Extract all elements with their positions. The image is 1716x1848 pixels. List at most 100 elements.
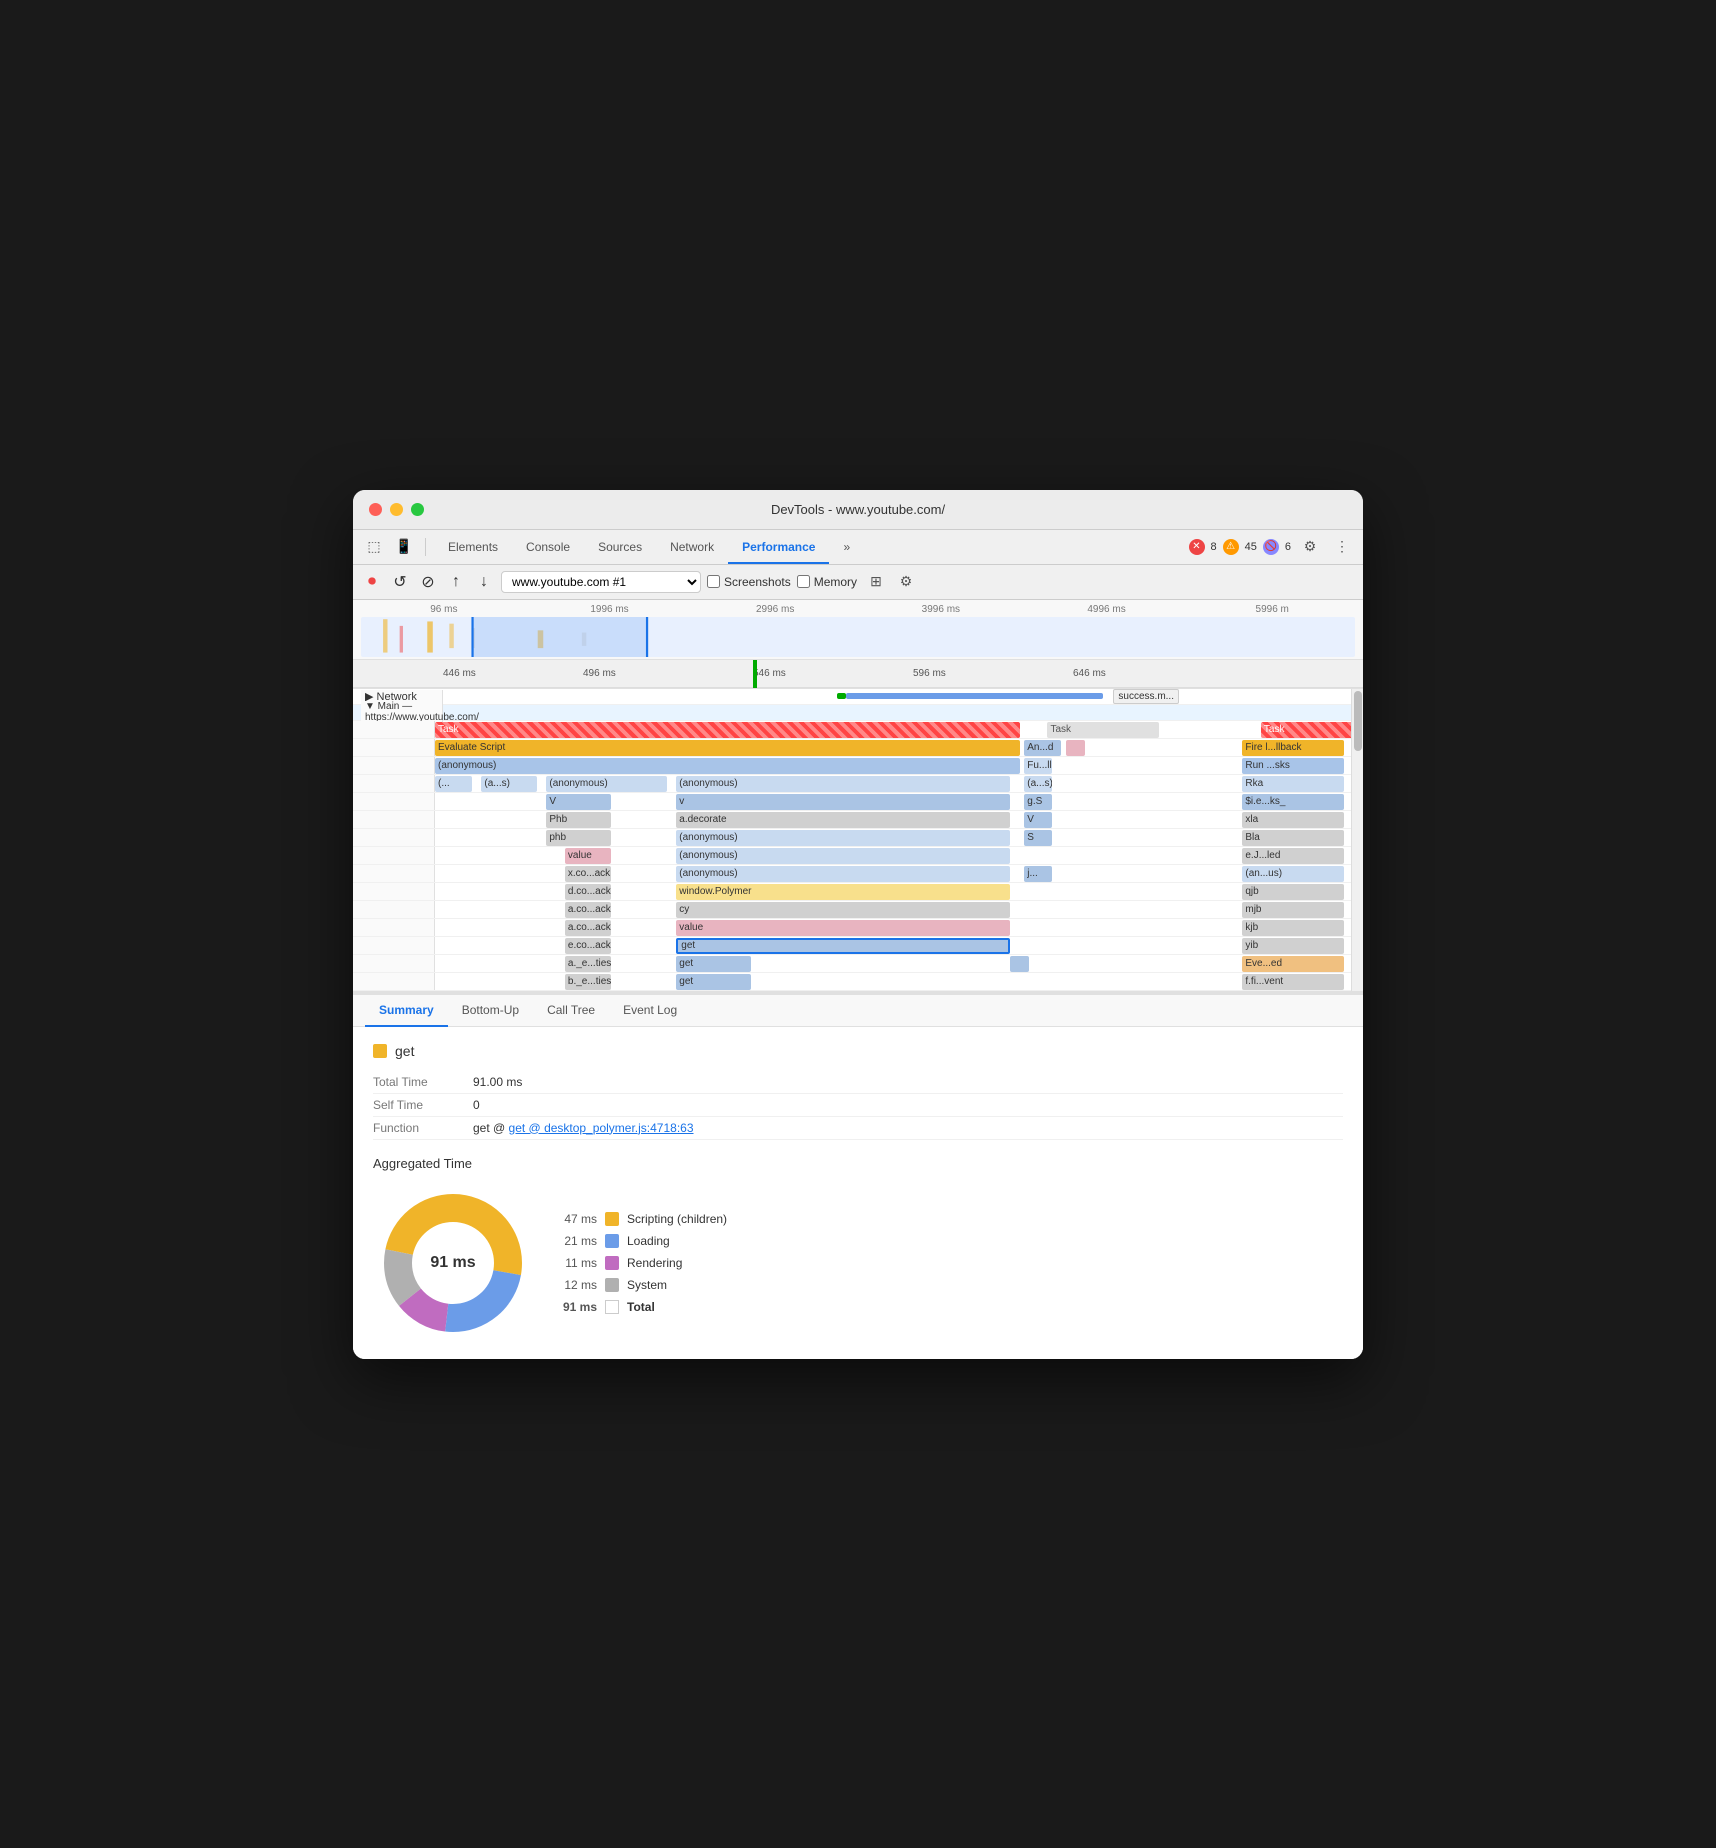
S-bar[interactable]: S [1024,830,1052,846]
tab-elements[interactable]: Elements [434,535,512,559]
anon-bar-3a[interactable]: (anonymous) [546,776,667,792]
anon-bar-7[interactable]: (anonymous) [676,848,1010,864]
screenshots-checkbox-label[interactable]: Screenshots [707,575,791,589]
gs-bar[interactable]: g.S [1024,794,1052,810]
inspect-icon[interactable]: ⬚ [361,534,387,560]
anus-bar[interactable]: (an...us) [1242,866,1344,882]
capture-settings-icon[interactable]: ⚙ [895,571,917,593]
anon-bar-6[interactable]: (anonymous) [676,830,1010,846]
Phb-bar[interactable]: Phb [546,812,611,828]
tab-console[interactable]: Console [512,535,584,559]
clear-button[interactable]: ⊘ [417,571,439,593]
window-title: DevTools - www.youtube.com/ [771,502,945,517]
tab-performance[interactable]: Performance [728,535,829,559]
phb-bar[interactable]: phb [546,830,611,846]
tab-bottom-up[interactable]: Bottom-Up [448,995,533,1027]
pink-bar-1[interactable] [1066,740,1085,756]
ffivent-bar[interactable]: f.fi...vent [1242,974,1344,990]
dcoack-bar[interactable]: d.co...ack [565,884,611,900]
value-bar[interactable]: value [565,848,611,864]
more-options-icon[interactable]: ⋮ [1329,534,1355,560]
get-selected-bar[interactable]: get [676,938,1010,954]
kjb-bar[interactable]: kjb [1242,920,1344,936]
device-icon[interactable]: 📱 [391,534,417,560]
xcoack-bar[interactable]: x.co...ack [565,866,611,882]
run-bar[interactable]: Run ...sks [1242,758,1344,774]
tab-event-log[interactable]: Event Log [609,995,691,1027]
tab-network[interactable]: Network [656,535,728,559]
anon-bar-3b[interactable]: (anonymous) [676,776,1010,792]
V-bar[interactable]: V [546,794,611,810]
maximize-button[interactable] [411,503,424,516]
close-button[interactable] [369,503,382,516]
sierks-bar[interactable]: $i.e...ks_ [1242,794,1344,810]
upload-button[interactable]: ↑ [445,571,467,593]
evaluate-bar[interactable]: Evaluate Script [435,740,1020,756]
summary-color-dot [373,1044,387,1058]
settings-icon[interactable]: ⚙ [1297,534,1323,560]
tab-more[interactable]: » [829,535,864,559]
legend-scripting: 47 ms Scripting (children) [557,1212,727,1226]
tab-summary[interactable]: Summary [365,995,448,1027]
flame-chart[interactable]: ▶ Network success.m... ▼ Main — https://… [353,689,1363,991]
tab-sources[interactable]: Sources [584,535,656,559]
minimize-button[interactable] [390,503,403,516]
tab-call-tree[interactable]: Call Tree [533,995,609,1027]
flame-row-11: a.co...ack value kjb [353,919,1363,937]
download-button[interactable]: ↓ [473,571,495,593]
eveed-bar[interactable]: Eve...ed [1242,956,1344,972]
memory-checkbox-label[interactable]: Memory [797,575,857,589]
xla-bar[interactable]: xla [1242,812,1344,828]
acoack-bar[interactable]: a.co...ack [565,902,611,918]
aeties-bar[interactable]: a._e...ties [565,956,611,972]
screenshots-checkbox[interactable] [707,575,720,588]
full-bar[interactable]: Fu...ll [1024,758,1052,774]
get2-bar[interactable]: get [676,956,750,972]
memory-checkbox[interactable] [797,575,810,588]
window-polymer-bar[interactable]: window.Polymer [676,884,1010,900]
url-select[interactable]: www.youtube.com #1 [501,571,701,593]
ejled-bar[interactable]: e.J...led [1242,848,1344,864]
task-bar-0[interactable]: Task [435,722,1020,738]
cpu-icon[interactable]: ⊞ [863,569,889,595]
cy-bar[interactable]: cy [676,902,1010,918]
anon-bar-8[interactable]: (anonymous) [676,866,1010,882]
value2-bar[interactable]: value [676,920,1010,936]
timeline-mini-chart[interactable] [361,617,1355,657]
total-label: Total [627,1300,655,1314]
function-link[interactable]: get @ desktop_polymer.js:4718:63 [509,1121,694,1135]
fire-bar[interactable]: Fire l...llback [1242,740,1344,756]
anon-bar-0[interactable]: (anonymous) [435,758,1020,774]
ruler-label-1: 1996 ms [527,604,693,615]
zoom-label-0: 446 ms [443,668,476,679]
as-bar-2[interactable]: (a...s) [1024,776,1052,792]
V2-bar[interactable]: V [1024,812,1052,828]
mjb-bar[interactable]: mjb [1242,902,1344,918]
adecorate-bar[interactable]: a.decorate [676,812,1010,828]
task-bar-1[interactable]: Task [1047,722,1158,738]
yib-bar[interactable]: yib [1242,938,1344,954]
error-count: 8 [1211,541,1217,553]
function-row: Function get @ get @ desktop_polymer.js:… [373,1117,1343,1140]
rendering-swatch [605,1256,619,1270]
get3-bar[interactable]: get [676,974,750,990]
and-bar[interactable]: An...d [1024,740,1061,756]
j-bar[interactable]: j... [1024,866,1052,882]
ecoack-bar[interactable]: e.co...ack [565,938,611,954]
v-bar[interactable]: v [676,794,1010,810]
flame-row-anon-0: (anonymous) Fu...ll Run ...sks [353,757,1363,775]
qjb-bar[interactable]: qjb [1242,884,1344,900]
paren-bar[interactable]: (... [435,776,472,792]
acoack2-bar[interactable]: a.co...ack [565,920,611,936]
reload-button[interactable]: ↺ [389,571,411,593]
record-button[interactable]: ⏺ [361,571,383,593]
task-bar-2[interactable]: Task [1261,722,1354,738]
rka-bar[interactable]: Rka [1242,776,1344,792]
blue-small-bar[interactable] [1010,956,1029,972]
scrollbar-thumb[interactable] [1354,691,1362,751]
Bla-bar[interactable]: Bla [1242,830,1344,846]
vertical-scrollbar[interactable] [1351,689,1363,991]
as-bar[interactable]: (a...s) [481,776,537,792]
summary-function-name: get [395,1043,414,1059]
beties-bar[interactable]: b._e...ties [565,974,611,990]
